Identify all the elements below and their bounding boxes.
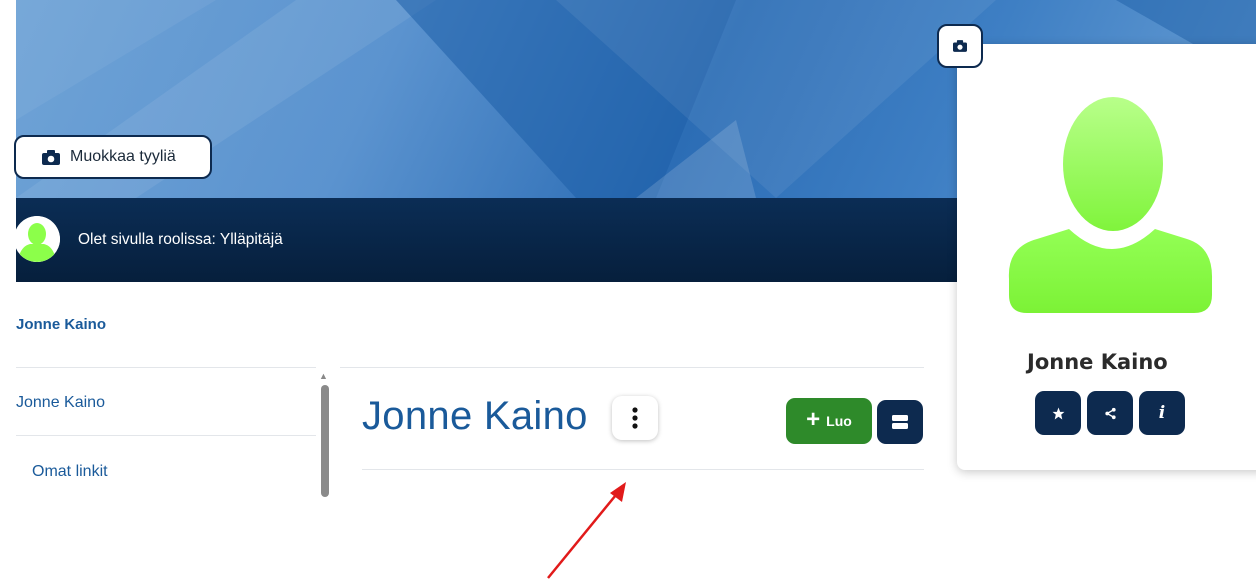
create-label: Luo — [826, 413, 852, 429]
divider — [16, 435, 316, 436]
page-menu-button[interactable] — [612, 396, 658, 440]
share-icon — [1104, 407, 1116, 419]
favorite-button[interactable] — [1035, 391, 1081, 435]
edit-style-label: Muokkaa tyyliä — [70, 148, 176, 165]
star-icon — [1052, 407, 1064, 419]
info-icon: i — [1158, 403, 1166, 423]
change-profile-image-button[interactable] — [937, 24, 983, 68]
profile-actions: i — [1035, 391, 1185, 435]
layout-button[interactable] — [877, 400, 923, 444]
profile-avatar-icon — [1008, 97, 1213, 313]
edit-style-button[interactable]: Muokkaa tyyliä — [14, 135, 212, 179]
share-button[interactable] — [1087, 391, 1133, 435]
create-button[interactable]: + Luo — [786, 398, 872, 444]
divider — [340, 367, 924, 368]
annotation-arrow-icon — [547, 482, 626, 579]
divider — [362, 469, 924, 470]
sidebar-item-omat-linkit[interactable]: Omat linkit — [32, 463, 108, 481]
profile-card: Jonne Kaino i — [957, 44, 1256, 470]
role-bar: Olet sivulla roolissa: Ylläpitäjä — [14, 198, 976, 282]
info-button[interactable]: i — [1139, 391, 1185, 435]
scroll-up-arrow-icon[interactable]: ▲ — [319, 371, 328, 381]
breadcrumb[interactable]: Jonne Kaino — [16, 316, 106, 333]
user-avatar-icon — [14, 216, 60, 262]
vertical-ellipsis-icon — [632, 407, 638, 429]
scrollbar[interactable] — [321, 385, 329, 497]
sidebar-item-jonne-kaino[interactable]: Jonne Kaino — [16, 394, 105, 412]
camera-icon — [953, 40, 967, 52]
page-title: Jonne Kaino — [362, 394, 588, 438]
divider — [16, 367, 316, 368]
sidebar: Jonne Kaino Omat linkit ▲ — [16, 367, 336, 497]
camera-icon — [42, 149, 60, 165]
plus-icon: + — [806, 406, 821, 433]
avatar[interactable] — [14, 216, 60, 262]
profile-name: Jonne Kaino — [1027, 350, 1168, 374]
role-text: Olet sivulla roolissa: Ylläpitäjä — [78, 231, 283, 248]
layout-icon — [892, 415, 908, 429]
